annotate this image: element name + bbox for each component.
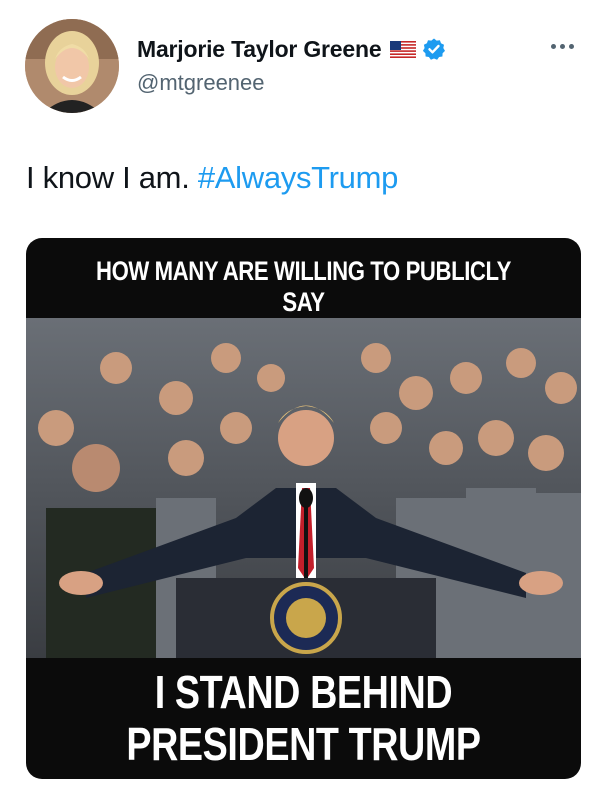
caption-line-1: I STAND BEHIND <box>154 666 453 718</box>
author-avatar[interactable] <box>25 19 119 113</box>
meme-photo <box>26 318 581 658</box>
tweet-media-image[interactable]: HOW MANY ARE WILLING TO PUBLICLY SAY I S… <box>26 238 581 779</box>
caption-line-2: PRESIDENT TRUMP <box>126 718 481 770</box>
dot <box>551 43 556 49</box>
meme-top-caption: HOW MANY ARE WILLING TO PUBLICLY SAY <box>96 256 511 317</box>
hashtag-link[interactable]: #AlwaysTrump <box>198 160 399 195</box>
verified-badge-icon <box>423 38 446 60</box>
dot <box>569 43 574 49</box>
author-display-name[interactable]: Marjorie Taylor Greene <box>137 36 382 63</box>
author-handle[interactable]: @mtgreenee <box>137 70 265 96</box>
meme-bottom-caption: I STAND BEHIND PRESIDENT TRUMP <box>76 666 531 770</box>
us-flag-icon <box>390 40 417 58</box>
dot <box>560 43 565 49</box>
tweet: Marjorie Taylor Greene @mtgreenee I know… <box>0 0 607 800</box>
author-name-row: Marjorie Taylor Greene <box>137 34 446 64</box>
tweet-body: I know I am. <box>26 160 198 195</box>
avatar-image <box>25 19 119 113</box>
tweet-text: I know I am. #AlwaysTrump <box>26 160 398 196</box>
more-options-icon[interactable] <box>551 40 579 52</box>
